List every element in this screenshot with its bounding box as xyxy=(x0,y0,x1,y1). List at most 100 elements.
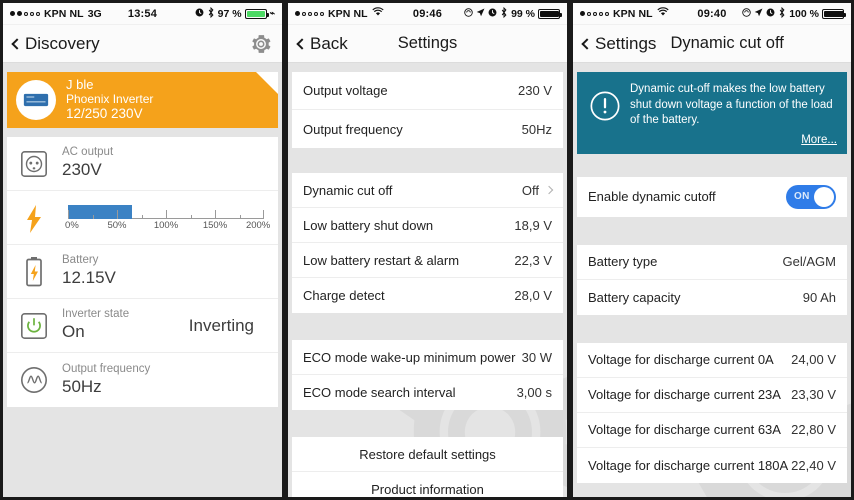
chevron-left-icon xyxy=(296,37,308,50)
row-label: Voltage for discharge current 63A xyxy=(588,422,781,438)
back-button-to-settings[interactable]: Settings xyxy=(581,33,657,54)
row-low-battery-shut-down[interactable]: Low battery shut down 18,9 V xyxy=(292,208,563,243)
gauge-tick-1: 50% xyxy=(107,219,127,231)
settings-gear-button[interactable] xyxy=(250,33,272,55)
row-eco-wakeup-power[interactable]: ECO mode wake-up minimum power 30 W xyxy=(292,340,563,375)
row-label: Low battery shut down xyxy=(303,217,434,233)
row-battery-capacity[interactable]: Battery capacity 90 Ah xyxy=(577,280,847,315)
battery-icon xyxy=(17,255,51,289)
row-value: 22,40 V xyxy=(791,457,836,473)
settings-group-output: Output voltage 230 V Output frequency 50… xyxy=(292,72,563,148)
chevron-left-icon xyxy=(581,37,593,50)
phone-panel-settings: KPN NL 09:46 99 % Back Settings Output v… xyxy=(285,0,570,500)
corner-fold-decoration xyxy=(256,72,278,94)
metric-output-frequency[interactable]: Output frequency 50Hz xyxy=(7,353,278,407)
row-label: ECO mode wake-up minimum power xyxy=(303,349,516,365)
toggle-knob xyxy=(814,186,834,207)
chevron-right-icon xyxy=(544,185,554,195)
metric-label: Inverter state xyxy=(62,308,130,321)
row-value: 30 W xyxy=(521,349,552,365)
row-right: Off xyxy=(522,183,554,198)
metric-label: Output frequency xyxy=(62,362,151,375)
metric-text: Inverter state On xyxy=(62,308,129,342)
metric-extra-value: Inverting xyxy=(188,315,254,335)
row-battery-type[interactable]: Battery type Gel/AGM xyxy=(577,245,847,280)
row-discharge-180a[interactable]: Voltage for discharge current 180A 22,40… xyxy=(577,448,847,483)
phone-panel-discovery: KPN NL 3G 13:54 97 % ⌁ Discovery J ble P… xyxy=(0,0,285,500)
gauge-track xyxy=(68,204,264,219)
row-value: 50Hz xyxy=(521,121,552,137)
device-card-phoenix-inverter[interactable]: J ble Phoenix Inverter 12/250 230V xyxy=(7,72,278,128)
battery-icon xyxy=(822,8,846,19)
device-text: J ble Phoenix Inverter 12/250 230V xyxy=(66,78,153,122)
battery-info-group: Battery type Gel/AGM Battery capacity 90… xyxy=(577,244,847,315)
back-button-discovery[interactable]: Discovery xyxy=(11,34,100,54)
metric-value: On xyxy=(62,322,85,342)
discharge-voltage-group: Voltage for discharge current 0A 24,00 V… xyxy=(577,342,847,483)
navbar-panel2: Back Settings xyxy=(288,25,567,63)
more-link[interactable]: More... xyxy=(630,134,837,146)
metric-value: 12.15V xyxy=(62,268,116,288)
row-value: 18,9 V xyxy=(514,217,552,233)
enable-dynamic-cutoff-group: Enable dynamic cutoff ON xyxy=(577,176,847,217)
row-discharge-23a[interactable]: Voltage for discharge current 23A 23,30 … xyxy=(577,378,847,413)
settings-group-actions: Restore default settings Product informa… xyxy=(292,437,563,497)
row-label: Low battery restart & alarm xyxy=(303,252,460,268)
row-label: Enable dynamic cutoff xyxy=(588,189,716,205)
row-value: 3,00 s xyxy=(516,385,552,400)
row-discharge-63a[interactable]: Voltage for discharge current 63A 22,80 … xyxy=(577,413,847,448)
settings-group-battery: Dynamic cut off Off Low battery shut dow… xyxy=(292,173,563,313)
row-output-voltage[interactable]: Output voltage 230 V xyxy=(292,72,563,110)
row-value: 22,80 V xyxy=(791,422,836,438)
action-label: Product information xyxy=(371,482,484,497)
metric-label: AC output xyxy=(62,146,114,159)
info-banner-text: Dynamic cut-off makes the low battery sh… xyxy=(630,83,833,127)
gauge-tick-3: 150% xyxy=(202,219,228,231)
row-label: Dynamic cut off xyxy=(303,182,393,198)
product-information-button[interactable]: Product information xyxy=(292,472,563,497)
metric-battery[interactable]: Battery 12.15V xyxy=(7,245,278,299)
metric-text: Battery 12.15V xyxy=(62,254,116,288)
three-phone-screenshots: KPN NL 3G 13:54 97 % ⌁ Discovery J ble P… xyxy=(0,0,854,500)
device-spec: 12/250 230V xyxy=(66,106,143,122)
metric-load-gauge[interactable]: 0% 50% 100% 150% 200% xyxy=(7,191,278,245)
row-value: Gel/AGM xyxy=(782,254,836,270)
row-enable-dynamic-cutoff[interactable]: Enable dynamic cutoff ON xyxy=(577,177,847,217)
statusbar-panel2: KPN NL 09:46 99 % xyxy=(288,3,567,25)
row-dynamic-cut-off[interactable]: Dynamic cut off Off xyxy=(292,173,563,208)
metric-value: 50Hz xyxy=(62,376,102,396)
metric-value: 230V xyxy=(62,160,102,180)
panel2-body: Output voltage 230 V Output frequency 50… xyxy=(288,63,567,497)
battery-icon xyxy=(538,8,562,19)
enable-dynamic-cutoff-toggle[interactable]: ON xyxy=(786,184,836,209)
metric-ac-output[interactable]: AC output 230V xyxy=(7,137,278,191)
restore-default-settings-button[interactable]: Restore default settings xyxy=(292,437,563,472)
statusbar-panel3: KPN NL 09:40 100 % xyxy=(573,3,851,25)
row-value: 28,0 V xyxy=(514,288,552,303)
action-label: Restore default settings xyxy=(359,446,496,462)
back-label: Settings xyxy=(595,33,657,53)
info-banner-dynamic-cutoff: Dynamic cut-off makes the low battery sh… xyxy=(577,72,847,154)
metrics-card: AC output 230V 0% 50% 100% 150% 200% Bat… xyxy=(7,137,278,407)
row-value: 22,3 V xyxy=(514,252,552,268)
panel3-body: Dynamic cut-off makes the low battery sh… xyxy=(573,63,851,497)
row-charge-detect[interactable]: Charge detect 28,0 V xyxy=(292,278,563,313)
load-gauge: 0% 50% 100% 150% 200% xyxy=(65,204,270,233)
lightning-bolt-icon xyxy=(17,202,51,236)
back-button-settings[interactable]: Back xyxy=(296,34,348,54)
row-output-frequency[interactable]: Output frequency 50Hz xyxy=(292,110,563,148)
row-value: 230 V xyxy=(518,83,552,98)
row-label: Voltage for discharge current 0A xyxy=(588,352,774,368)
row-value: 90 Ah xyxy=(802,289,836,305)
row-low-battery-restart-alarm[interactable]: Low battery restart & alarm 22,3 V xyxy=(292,243,563,278)
settings-group-eco: ECO mode wake-up minimum power 30 W ECO … xyxy=(292,340,563,410)
ac-outlet-icon xyxy=(17,147,51,181)
row-eco-search-interval[interactable]: ECO mode search interval 3,00 s xyxy=(292,375,563,410)
exclamation-circle-icon xyxy=(589,90,621,122)
gauge-tick-2: 100% xyxy=(153,219,179,231)
gauge-tick-0: 0% xyxy=(65,219,79,231)
panel1-body: J ble Phoenix Inverter 12/250 230V AC ou… xyxy=(3,63,282,497)
metric-inverter-state[interactable]: Inverter state On Inverting xyxy=(7,299,278,353)
row-discharge-0a[interactable]: Voltage for discharge current 0A 24,00 V xyxy=(577,343,847,378)
metric-text: AC output 230V xyxy=(62,146,113,180)
